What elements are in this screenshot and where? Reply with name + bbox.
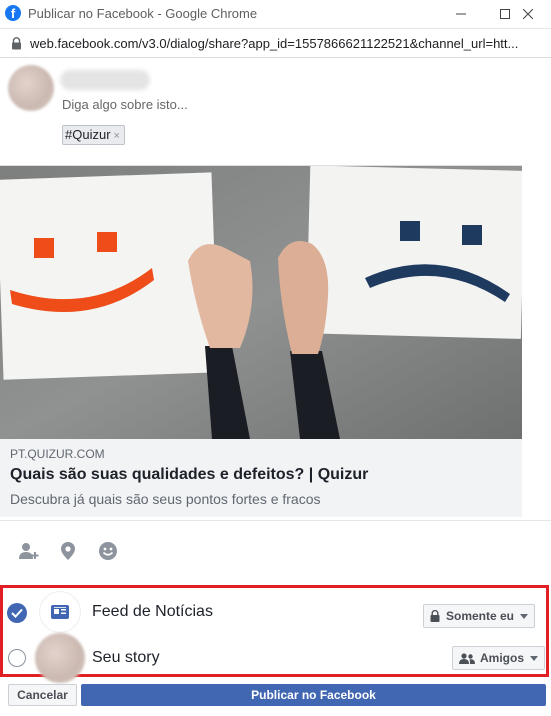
news-feed-icon: [40, 592, 80, 632]
minimize-button[interactable]: [438, 0, 484, 28]
link-preview-meta: PT.QUIZUR.COM Quais são suas qualidades …: [0, 439, 522, 517]
cancel-button[interactable]: Cancelar: [8, 684, 77, 706]
window-titlebar: f Publicar no Facebook - Google Chrome: [0, 0, 551, 29]
checkmark-icon: [11, 608, 23, 618]
story-avatar: [35, 633, 85, 683]
feeling-icon[interactable]: [97, 540, 119, 562]
hashtag-text: #Quizur: [65, 127, 111, 142]
story-privacy-label: Amigos: [480, 651, 525, 665]
publish-button[interactable]: Publicar no Facebook: [81, 684, 546, 706]
window-title: Publicar no Facebook - Google Chrome: [28, 6, 258, 21]
story-privacy-dropdown[interactable]: Amigos: [452, 646, 546, 670]
divider: [0, 520, 551, 521]
user-name-blurred: [60, 70, 150, 90]
chevron-down-icon: [520, 613, 529, 619]
link-title[interactable]: Quais são suas qualidades e defeitos? | …: [10, 466, 368, 484]
link-domain: PT.QUIZUR.COM: [10, 447, 105, 461]
feed-privacy-dropdown[interactable]: Somente eu: [423, 604, 536, 628]
url-text[interactable]: web.facebook.com/v3.0/dialog/share?app_i…: [30, 36, 548, 51]
feed-checkbox[interactable]: [7, 603, 27, 623]
chevron-down-icon: [530, 655, 539, 661]
link-preview-card[interactable]: PT.QUIZUR.COM Quais são suas qualidades …: [0, 165, 522, 517]
close-window-button[interactable]: [505, 0, 551, 28]
remove-hashtag-icon[interactable]: ×: [114, 130, 120, 142]
hashtag-token[interactable]: #Quizur ×: [62, 125, 125, 145]
tag-friends-icon[interactable]: [18, 540, 40, 562]
facebook-logo-icon: f: [5, 5, 21, 21]
minimize-icon: [456, 13, 466, 15]
message-input[interactable]: Diga algo sobre isto...: [62, 97, 188, 112]
location-icon[interactable]: [57, 540, 79, 562]
lock-icon: [12, 37, 21, 50]
lock-icon: [430, 610, 440, 622]
story-radio[interactable]: [8, 649, 26, 667]
link-description: Descubra já quais são seus pontos fortes…: [10, 491, 321, 507]
feed-privacy-label: Somente eu: [446, 609, 515, 623]
address-bar[interactable]: web.facebook.com/v3.0/dialog/share?app_i…: [0, 29, 551, 58]
user-avatar: [8, 65, 54, 111]
link-preview-image: [0, 166, 522, 439]
close-icon: [523, 9, 533, 19]
feed-label: Feed de Notícias: [92, 603, 213, 620]
friends-icon: [459, 652, 475, 664]
story-label: Seu story: [92, 649, 160, 666]
